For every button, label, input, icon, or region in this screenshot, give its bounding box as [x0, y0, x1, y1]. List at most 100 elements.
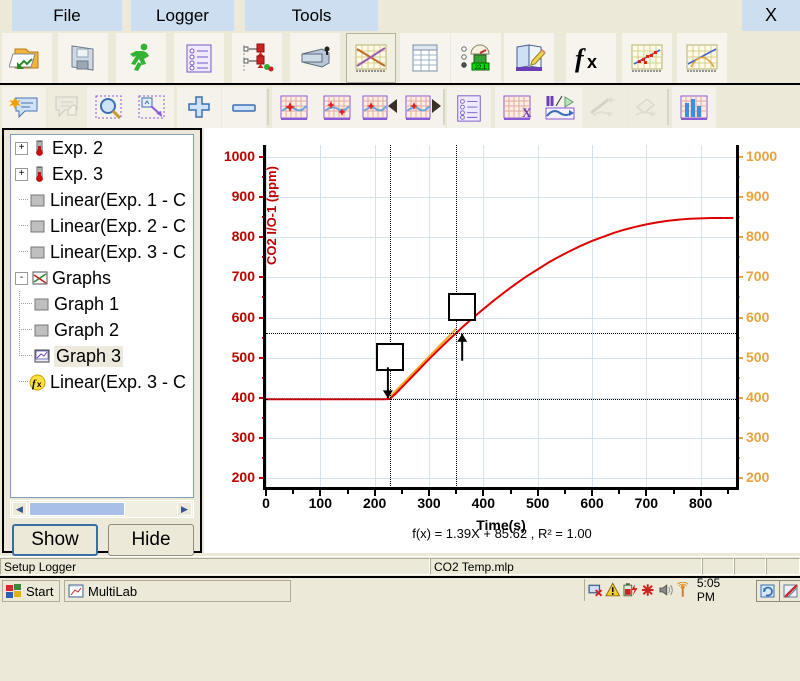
open-file-button[interactable]: [2, 33, 52, 83]
remove-series-button[interactable]: X: [495, 87, 539, 129]
windows-logo-icon: [6, 583, 21, 598]
statistics-button[interactable]: [538, 87, 582, 129]
y-tick-label-right: 200: [746, 468, 770, 485]
run-button[interactable]: [116, 33, 166, 83]
show-button[interactable]: Show: [12, 524, 98, 556]
one-cursor-icon: [280, 95, 308, 120]
menu-item-logger[interactable]: Logger: [131, 0, 234, 31]
menu-item-tools-label: Tools: [291, 5, 332, 25]
scrollbar-thumb[interactable]: [29, 502, 125, 516]
collapse-icon[interactable]: -: [15, 271, 28, 285]
graph-canvas[interactable]: 200 200 300 300 400 400 500 500 600 600 700 700 800 8…: [204, 128, 800, 553]
menu-item-logger-label: Logger: [156, 5, 209, 25]
bar-chart-button[interactable]: [672, 87, 716, 129]
second-cursor-button[interactable]: [315, 87, 359, 129]
usb-device-icon[interactable]: [640, 582, 655, 598]
main-toolbar: 22.1 f x: [0, 31, 800, 83]
tree-item-graph-1[interactable]: Graph 1: [11, 291, 193, 317]
y-tick-label-right: 300: [746, 428, 770, 445]
gray-square-icon: [29, 244, 46, 261]
scroll-right-button[interactable]: ▶: [177, 502, 192, 516]
tree-item-exp-2[interactable]: + Exp. 2: [11, 135, 193, 161]
running-man-icon: [130, 43, 149, 71]
wireless-signal-icon[interactable]: [675, 582, 690, 598]
battery-charging-icon[interactable]: [623, 582, 638, 598]
zoom-region-button[interactable]: [87, 87, 131, 129]
table-view-button[interactable]: [400, 33, 450, 83]
menu-item-file[interactable]: File: [12, 0, 122, 31]
plot-area[interactable]: 200 200 300 300 400 400 500 500 600 600 700 700 800 8…: [224, 145, 777, 533]
snapshot-button[interactable]: [290, 33, 340, 83]
cursor-1-marker[interactable]: [375, 343, 404, 372]
tree-item-linear-exp-3[interactable]: Linear(Exp. 3 - C: [11, 239, 193, 265]
tree-item-linear-exp-1[interactable]: Linear(Exp. 1 - C: [11, 187, 193, 213]
expander-icon[interactable]: +: [15, 167, 28, 181]
graph-properties-button[interactable]: [447, 87, 491, 129]
notes-button[interactable]: [504, 33, 554, 83]
status-message-label: Setup Logger: [4, 559, 77, 574]
close-window-button[interactable]: X: [742, 0, 800, 31]
x-tick-label: 800: [688, 495, 713, 511]
chevron-left-icon: ◀: [16, 503, 23, 514]
tray-button-1[interactable]: [756, 580, 780, 602]
thermometer-icon: [31, 166, 48, 183]
cursor-left-button[interactable]: [358, 87, 402, 129]
y-tick-label-left: 700: [231, 268, 255, 285]
cursor-1-horizontal-line: [266, 399, 736, 401]
scatter-fit-button[interactable]: [622, 33, 672, 83]
properties-button[interactable]: [174, 33, 224, 83]
zoom-in-button[interactable]: [177, 87, 221, 129]
tree-item-exp-3[interactable]: + Exp. 3: [11, 161, 193, 187]
setup-logger-button[interactable]: [232, 33, 282, 83]
volume-icon[interactable]: [658, 582, 673, 598]
scroll-left-button[interactable]: ◀: [12, 502, 27, 516]
taskbar-item-multilab[interactable]: MultiLab: [64, 580, 291, 602]
x-tick-label: 500: [525, 495, 550, 511]
add-annotation-button[interactable]: [2, 87, 46, 129]
tree-item-linear-exp-2[interactable]: Linear(Exp. 2 - C: [11, 213, 193, 239]
menu-item-tools[interactable]: Tools: [245, 0, 378, 31]
graph-view-button[interactable]: [346, 33, 396, 83]
status-filename: CO2 Temp.mlp: [430, 558, 702, 575]
expander-icon[interactable]: +: [15, 141, 28, 155]
tree-item-label: Linear(Exp. 3 - C: [50, 241, 187, 262]
tray-button-2[interactable]: [779, 580, 800, 602]
cursor-2-marker[interactable]: [448, 292, 477, 321]
x-tick-label: 200: [362, 495, 387, 511]
first-cursor-button[interactable]: [272, 87, 316, 129]
tree-item-label: Linear(Exp. 2 - C: [50, 215, 187, 236]
hide-button[interactable]: Hide: [108, 524, 194, 556]
y-tick-label-right: 800: [746, 228, 770, 245]
tree-item-linear-fx[interactable]: fx Linear(Exp. 3 - C: [11, 369, 193, 395]
start-button-label: Start: [26, 583, 54, 599]
tree-horizontal-scrollbar[interactable]: ◀ ▶: [10, 500, 194, 518]
start-button[interactable]: Start: [2, 580, 61, 602]
meter-view-button[interactable]: 22.1: [451, 33, 501, 83]
tree-item-graph-2[interactable]: Graph 2: [11, 317, 193, 343]
tree-item-label: Graph 1: [54, 293, 120, 314]
x-axis: [266, 487, 736, 490]
function-button[interactable]: f x: [566, 33, 616, 83]
cursor-1-vertical-line[interactable]: [389, 145, 391, 490]
y-tick-label-right: 600: [746, 308, 770, 325]
gauge-meter-icon: 22.1: [461, 44, 490, 71]
tree-item-graphs[interactable]: - Graphs: [11, 265, 193, 291]
x-tick-minor: [509, 490, 512, 494]
tree-item-label: Graphs: [52, 267, 112, 288]
cursor-right-button[interactable]: [401, 87, 445, 129]
logger-setup-icon: [243, 43, 274, 72]
network-disconnected-icon[interactable]: [588, 582, 603, 598]
project-tree[interactable]: + Exp. 2 + Exp. 3 Linear(Exp. 1 - C Line…: [10, 134, 194, 498]
table-grid-icon: [412, 44, 438, 72]
status-message: Setup Logger: [0, 558, 430, 575]
zoom-out-button[interactable]: [222, 87, 266, 129]
fit-window-button[interactable]: [130, 87, 174, 129]
save-file-button[interactable]: [58, 33, 108, 83]
multilab-app-icon: [68, 584, 84, 597]
eraser-icon: [635, 98, 656, 117]
warning-icon[interactable]: [605, 582, 621, 598]
tree-item-graph-3[interactable]: Graph 3: [11, 343, 193, 369]
y-tick-label-left: 1000: [223, 148, 255, 165]
fit-arrow-icon: [138, 95, 165, 119]
curve-fit-button[interactable]: [677, 33, 727, 83]
